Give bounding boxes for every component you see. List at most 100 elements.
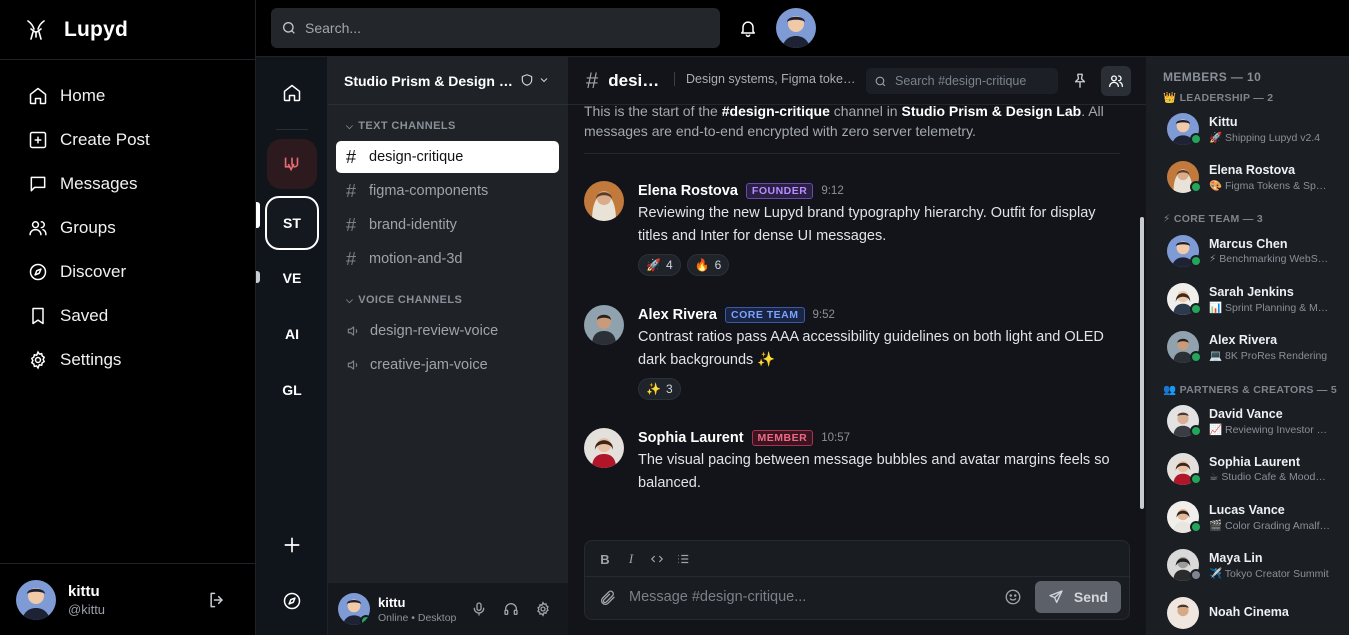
bold-icon[interactable]: B	[597, 551, 613, 567]
message[interactable]: Alex Rivera CORE TEAM 9:52 Contrast rati…	[584, 305, 1124, 400]
list-icon[interactable]	[675, 551, 691, 567]
member-item[interactable]: Sophia Laurent ☕ Studio Cafe & Moodboards	[1146, 445, 1349, 493]
nav-groups[interactable]: Groups	[0, 206, 255, 250]
message-author[interactable]: Elena Rostova	[638, 183, 738, 199]
message-author[interactable]: Sophia Laurent	[638, 430, 744, 446]
member-name: Elena Rostova	[1209, 162, 1296, 177]
gear-icon[interactable]	[535, 601, 551, 617]
chat-scrollbar[interactable]	[1138, 107, 1146, 575]
text-channels-category[interactable]: ⌵ TEXT CHANNELS	[328, 115, 568, 137]
member-item[interactable]: Maya Lin ✈️ Tokyo Creator Summit	[1146, 541, 1349, 589]
server-ve[interactable]: VE	[267, 253, 317, 303]
nav-messages[interactable]: Messages	[0, 162, 255, 206]
text-channels-label: TEXT CHANNELS	[358, 120, 456, 132]
reaction[interactable]: 🚀 4	[638, 254, 681, 276]
brand[interactable]: Lupyd	[0, 0, 255, 60]
current-user-card[interactable]: kittu @kittu	[0, 563, 255, 635]
microphone-icon[interactable]	[471, 601, 487, 617]
member-item[interactable]: Alex Rivera 💻 8K ProRes Rendering	[1146, 323, 1349, 371]
member-item[interactable]: Kittu 🚀 Shipping Lupyd v2.4	[1146, 105, 1349, 153]
voice-channel-design-review[interactable]: design-review-voice	[336, 315, 559, 347]
hash-icon: #	[346, 180, 357, 201]
server-header[interactable]: Studio Prism & Design Lab	[328, 57, 568, 105]
member-name: David Vance	[1209, 406, 1283, 421]
avatar[interactable]	[584, 428, 624, 468]
online-status-dot	[1190, 521, 1202, 533]
format-toolbar: B I	[597, 551, 691, 567]
member-activity: 💻 8K ProRes Rendering	[1209, 349, 1328, 362]
profile-avatar[interactable]	[776, 8, 816, 48]
channel-motion-and-3d[interactable]: # motion-and-3d	[336, 243, 559, 275]
avatar[interactable]	[16, 579, 56, 620]
online-status-dot	[360, 615, 370, 625]
member-activity: ⚡ Benchmarking WebSockets	[1209, 253, 1331, 265]
send-label: Send	[1073, 589, 1109, 605]
member-item[interactable]: Marcus Chen ⚡ Benchmarking WebSockets	[1146, 227, 1349, 275]
members-toggle-button[interactable]	[1101, 66, 1131, 96]
member-item[interactable]: Elena Rostova 🎨 Figma Tokens & Spacing	[1146, 153, 1349, 201]
member-name: Kittu	[1209, 114, 1238, 129]
voice-channel-creative-jam[interactable]: creative-jam-voice	[336, 349, 559, 381]
hash-icon: #	[346, 146, 357, 167]
server-st[interactable]: ST	[265, 196, 319, 250]
users-icon	[27, 217, 49, 239]
channel-brand-identity[interactable]: # brand-identity	[336, 209, 559, 241]
intro-prefix: This is the start of the	[584, 103, 722, 119]
reaction-count: 3	[665, 382, 673, 396]
member-item[interactable]: Noah Cinema	[1146, 589, 1349, 635]
logout-icon[interactable]	[207, 590, 227, 610]
member-item[interactable]: David Vance 📈 Reviewing Investor Deck	[1146, 397, 1349, 445]
shield-icon	[521, 74, 533, 86]
avatar[interactable]	[584, 305, 624, 345]
message-author[interactable]: Alex Rivera	[638, 307, 717, 323]
nav-discover[interactable]: Discover	[0, 250, 255, 294]
nav-create-post[interactable]: Create Post	[0, 118, 255, 162]
member-item[interactable]: Lucas Vance 🎬 Color Grading Amalfi Coast	[1146, 493, 1349, 541]
headphones-icon[interactable]	[503, 601, 519, 617]
reaction-count: 6	[714, 258, 722, 272]
message[interactable]: Sophia Laurent MEMBER 10:57 The visual p…	[584, 428, 1124, 495]
server-ai[interactable]: AI	[267, 309, 317, 359]
user-panel: kittu Online • Desktop	[328, 583, 568, 635]
explore-servers-button[interactable]	[267, 576, 317, 626]
chevron-down-icon[interactable]	[538, 73, 550, 87]
emoji-icon[interactable]	[1004, 588, 1022, 606]
add-server-button[interactable]	[267, 520, 317, 570]
channel-label: creative-jam-voice	[370, 357, 488, 373]
channel-title: design-critique	[608, 70, 663, 90]
lupyd-server-button[interactable]	[267, 139, 317, 189]
member-activity: 🎬 Color Grading Amalfi Coast	[1209, 519, 1331, 532]
channel-design-critique[interactable]: # design-critique	[336, 141, 559, 173]
avatar	[1167, 597, 1199, 629]
channel-figma-components[interactable]: # figma-components	[336, 175, 559, 207]
nav-saved[interactable]: Saved	[0, 294, 255, 338]
avatar[interactable]	[584, 181, 624, 221]
reaction[interactable]: ✨ 3	[638, 378, 681, 400]
message-input[interactable]: Message #design-critique...	[629, 589, 806, 605]
nav-home[interactable]: Home	[0, 74, 255, 118]
chevron-down-icon: ⌵	[346, 294, 354, 305]
paperclip-icon[interactable]	[599, 589, 617, 607]
home-server-button[interactable]	[267, 68, 317, 118]
gear-icon	[27, 349, 49, 371]
nav-settings[interactable]: Settings	[0, 338, 255, 382]
code-icon[interactable]	[649, 551, 665, 567]
server-gl[interactable]: GL	[267, 365, 317, 415]
bell-icon[interactable]	[738, 18, 758, 38]
unread-indicator	[256, 271, 260, 283]
pin-icon[interactable]	[1071, 72, 1089, 90]
member-name: Marcus Chen	[1209, 237, 1288, 251]
scrollbar-thumb[interactable]	[1140, 217, 1144, 509]
voice-channels-category[interactable]: ⌵ VOICE CHANNELS	[328, 289, 568, 311]
current-user-handle: @kittu	[68, 601, 106, 617]
reaction[interactable]: 🔥 6	[686, 254, 730, 276]
app-name: Lupyd	[64, 17, 128, 41]
member-item[interactable]: Sarah Jenkins 📊 Sprint Planning & Metrics	[1146, 275, 1349, 323]
rail-divider	[276, 129, 308, 130]
italic-icon[interactable]: I	[623, 551, 639, 567]
avatar[interactable]	[338, 593, 370, 625]
channel-search-input[interactable]: Search #design-critique	[866, 68, 1058, 94]
send-button[interactable]: Send	[1035, 581, 1121, 613]
global-search-input[interactable]: Search...	[271, 8, 720, 48]
message[interactable]: Elena Rostova FOUNDER 9:12 Reviewing the…	[584, 181, 1124, 276]
